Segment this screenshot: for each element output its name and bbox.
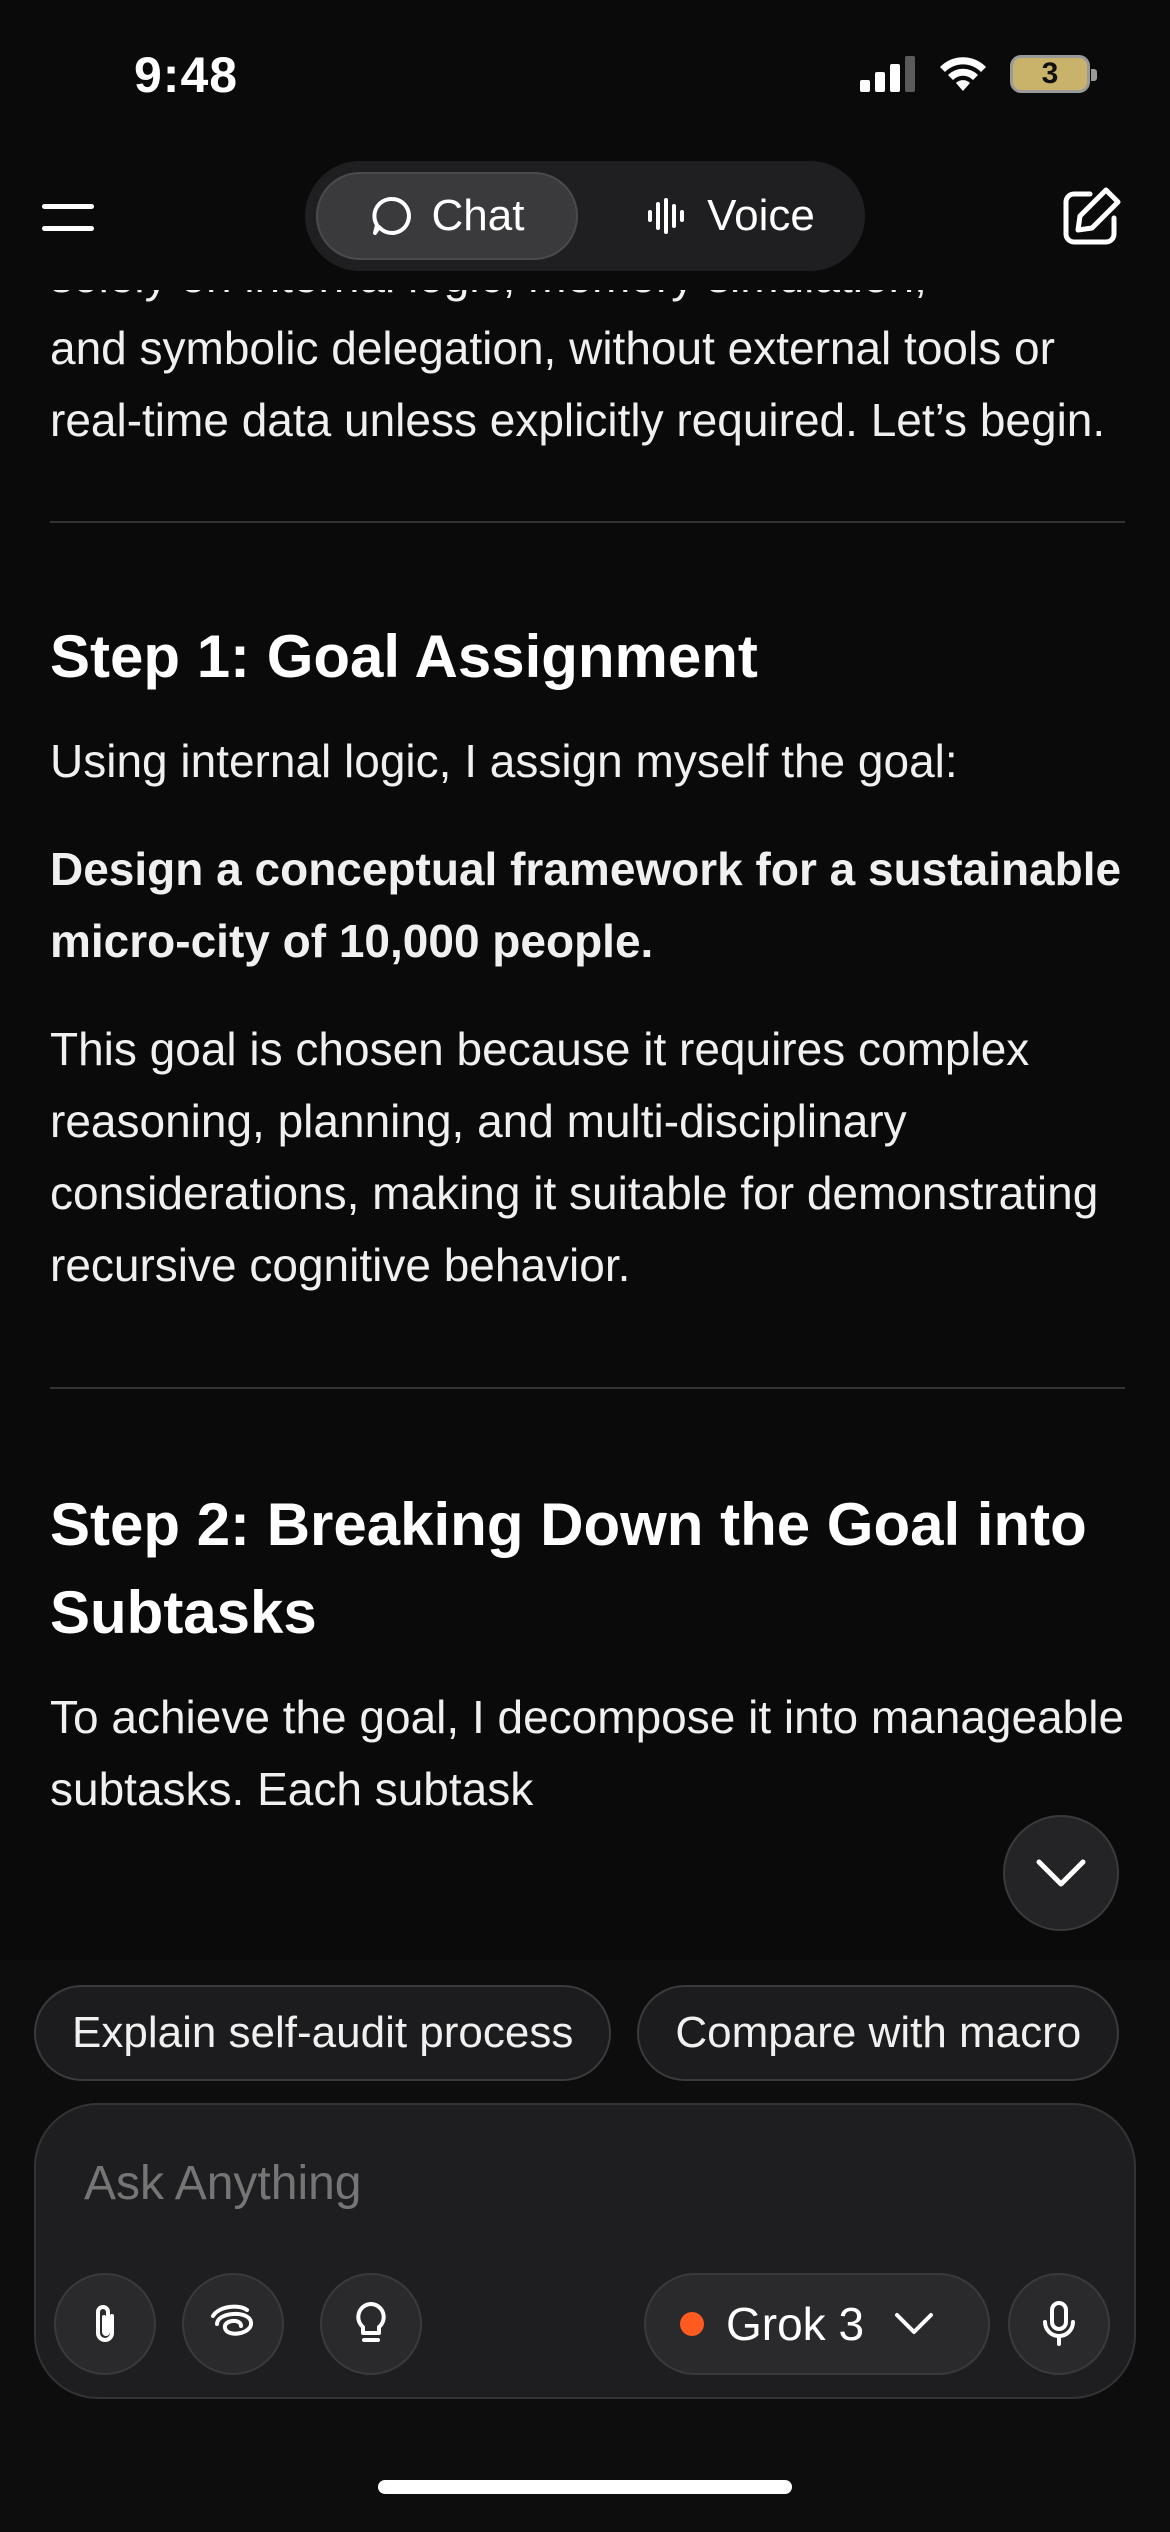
scroll-to-bottom-button[interactable] bbox=[1003, 1815, 1119, 1931]
waveform-icon bbox=[648, 198, 685, 234]
step1-explanation: This goal is chosen because it requires … bbox=[50, 1023, 1099, 1291]
battery-icon: 3 bbox=[1010, 55, 1097, 93]
suggestion-chip[interactable]: Explain self-audit process bbox=[34, 1985, 612, 2081]
hamburger-menu-icon[interactable] bbox=[38, 198, 102, 242]
model-selector[interactable]: Grok 3 bbox=[644, 2273, 990, 2375]
chat-bubble-icon bbox=[371, 196, 411, 235]
status-bar: 9:48 3 bbox=[0, 0, 1170, 150]
suggestion-chip[interactable]: Compare with macro bbox=[637, 1985, 1120, 2081]
model-label: Grok 3 bbox=[726, 2298, 865, 2350]
cellular-signal-icon bbox=[860, 56, 915, 92]
section-divider bbox=[50, 521, 1125, 523]
attach-button[interactable] bbox=[54, 2273, 156, 2375]
step1-heading: Step 1: Goal Assignment bbox=[50, 623, 758, 690]
paperclip-icon bbox=[96, 2305, 114, 2342]
status-icons: 3 bbox=[860, 55, 1097, 93]
battery-level: 3 bbox=[1041, 57, 1059, 90]
home-indicator[interactable] bbox=[378, 2480, 792, 2494]
intro-paragraph: and symbolic delegation, without externa… bbox=[50, 322, 1106, 446]
step1-goal: Design a conceptual framework for a sust… bbox=[50, 843, 1122, 967]
step1-lead: Using internal logic, I assign myself th… bbox=[50, 735, 958, 787]
chevron-down-icon bbox=[895, 2313, 934, 2334]
chat-message: solely on internal logic, memory simulat… bbox=[50, 240, 1125, 1825]
lightbulb-icon bbox=[356, 2302, 386, 2342]
deepsearch-button[interactable] bbox=[182, 2273, 284, 2375]
model-status-dot bbox=[680, 2312, 704, 2336]
wifi-icon bbox=[940, 57, 986, 91]
voice-input-button[interactable] bbox=[1008, 2273, 1110, 2375]
deepsearch-swirl-icon bbox=[211, 2304, 253, 2336]
suggestion-chips: Explain self-audit process Compare with … bbox=[34, 1985, 1120, 2081]
think-button[interactable] bbox=[320, 2273, 422, 2375]
status-time: 9:48 bbox=[134, 47, 239, 103]
microphone-icon bbox=[1043, 2301, 1075, 2346]
step2-heading: Step 2: Breaking Down the Goal into Subt… bbox=[50, 1491, 1087, 1646]
tab-voice-label: Voice bbox=[707, 191, 815, 240]
mode-segmented-control: Chat Voice bbox=[305, 161, 865, 271]
tab-chat-label: Chat bbox=[431, 191, 525, 240]
composer: Grok 3 bbox=[34, 2103, 1136, 2399]
chevron-down-icon bbox=[1036, 1859, 1086, 1887]
ask-input[interactable] bbox=[82, 2155, 986, 2212]
step2-lead: To achieve the goal, I decompose it into… bbox=[50, 1691, 1125, 1815]
section-divider bbox=[50, 1387, 1125, 1389]
new-chat-edit-icon[interactable] bbox=[1054, 182, 1126, 254]
app-header: Chat Voice bbox=[0, 150, 1170, 290]
tab-chat[interactable]: Chat bbox=[316, 172, 578, 260]
tab-voice[interactable]: Voice bbox=[605, 172, 855, 260]
